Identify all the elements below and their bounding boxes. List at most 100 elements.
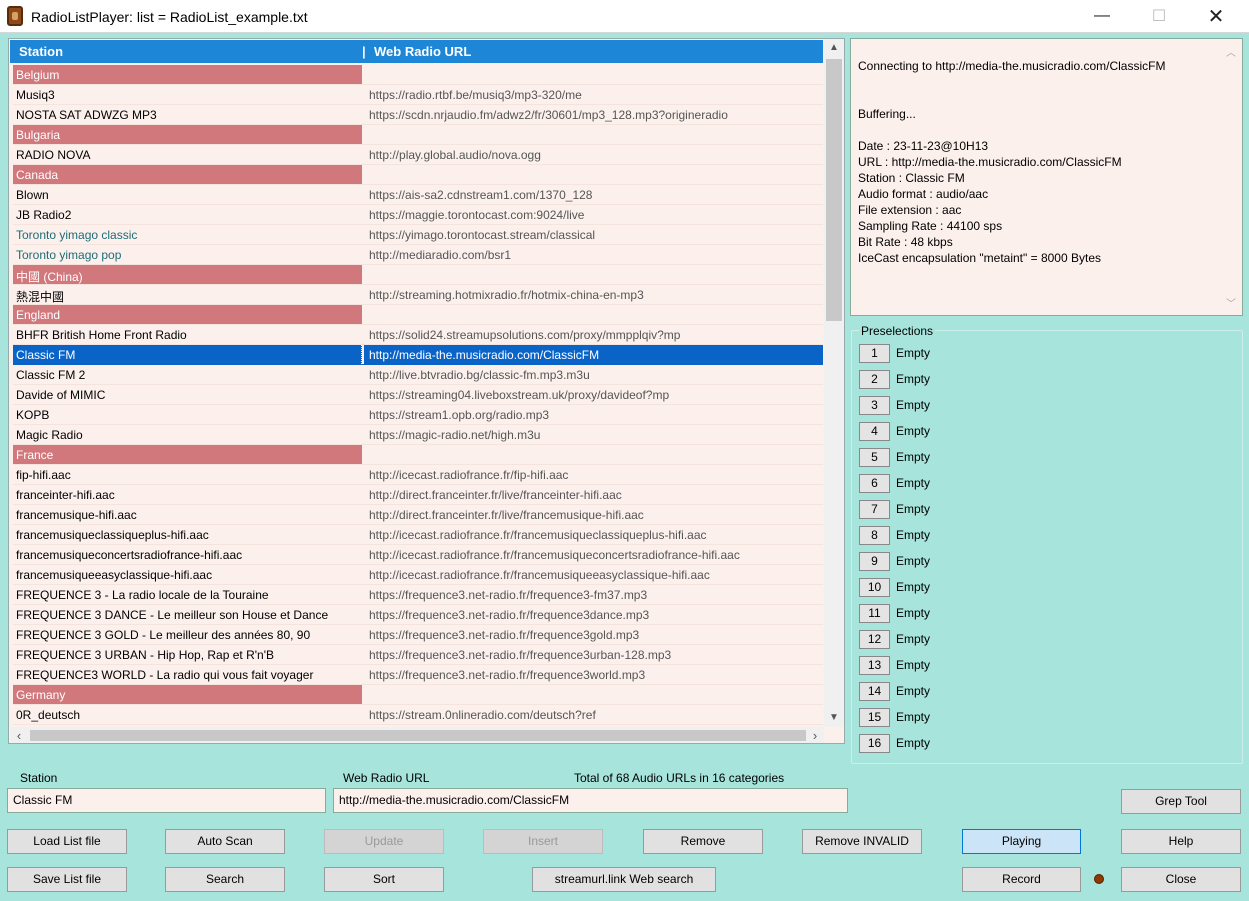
- station-row[interactable]: RADIO NOVA http://play.global.audio/nova.…: [13, 145, 823, 165]
- category-row[interactable]: Bulgaria: [13, 125, 823, 145]
- preset-label: Empty: [896, 346, 931, 360]
- preset-button[interactable]: 2: [859, 370, 890, 389]
- category-row[interactable]: Canada: [13, 165, 823, 185]
- station-name: Musiq3: [16, 88, 55, 102]
- help-button[interactable]: Help: [1121, 829, 1241, 854]
- category-row[interactable]: France: [13, 445, 823, 465]
- remove-button[interactable]: Remove: [643, 829, 763, 854]
- category-row[interactable]: 中國 (China): [13, 265, 823, 285]
- info-scrollbar[interactable]: ︿ ﹀: [1223, 42, 1240, 312]
- horizontal-scrollbar[interactable]: ‹ ›: [10, 727, 824, 743]
- header-station[interactable]: Station: [19, 44, 63, 59]
- station-url: https://magic-radio.net/high.m3u: [369, 428, 541, 442]
- close-button[interactable]: Close: [1121, 867, 1241, 892]
- sort-button[interactable]: Sort: [324, 867, 444, 892]
- station-row[interactable]: FREQUENCE 3 - La radio locale de la Tour…: [13, 585, 823, 605]
- preset-button[interactable]: 6: [859, 474, 890, 493]
- preset-button[interactable]: 9: [859, 552, 890, 571]
- station-row[interactable]: fip-hifi.aac http://icecast.radiofrance.f…: [13, 465, 823, 485]
- station-row[interactable]: 熱混中國 http://streaming.hotmixradio.fr/hotm…: [13, 285, 823, 305]
- preset-button[interactable]: 10: [859, 578, 890, 597]
- url-field[interactable]: http://media-the.musicradio.com/ClassicF…: [333, 788, 848, 813]
- streamurl-search-button[interactable]: streamurl.link Web search: [532, 867, 716, 892]
- preset-button[interactable]: 1: [859, 344, 890, 363]
- station-list[interactable]: Station | Web Radio URL Belgium Musiq3 htt…: [8, 38, 845, 744]
- preset-button[interactable]: 11: [859, 604, 890, 623]
- station-row[interactable]: francemusiqueclassiqueplus-hifi.aac http:…: [13, 525, 823, 545]
- remove-invalid-button[interactable]: Remove INVALID: [802, 829, 922, 854]
- window-title: RadioListPlayer: list = RadioList_exampl…: [31, 9, 308, 25]
- station-row[interactable]: FREQUENCE3 WORLD - La radio qui vous fai…: [13, 665, 823, 685]
- station-row[interactable]: Davide of MIMIC https://streaming04.liveb…: [13, 385, 823, 405]
- close-window-button[interactable]: ✕: [1193, 0, 1239, 32]
- preset-button[interactable]: 8: [859, 526, 890, 545]
- preset-button[interactable]: 13: [859, 656, 890, 675]
- preset-label: Empty: [896, 476, 931, 490]
- chevron-up-icon[interactable]: ︿: [1226, 44, 1236, 59]
- preset-button[interactable]: 4: [859, 422, 890, 441]
- preset-item: 4 Empty: [859, 422, 1119, 442]
- station-url: https://yimago.torontocast.stream/classi…: [369, 228, 596, 242]
- update-button[interactable]: Update: [324, 829, 444, 854]
- header-url[interactable]: Web Radio URL: [374, 44, 471, 59]
- station-url: https://solid24.streamupsolutions.com/pr…: [369, 328, 681, 342]
- save-list-button[interactable]: Save List file: [7, 867, 127, 892]
- scroll-down-icon[interactable]: ▼: [824, 709, 844, 727]
- category-name: Germany: [13, 685, 362, 704]
- station-row[interactable]: JB Radio2 https://maggie.torontocast.com:…: [13, 205, 823, 225]
- insert-button[interactable]: Insert: [483, 829, 603, 854]
- station-url: http://streaming.hotmixradio.fr/hotmix-c…: [369, 288, 644, 302]
- station-name: NOSTA SAT ADWZG MP3: [16, 108, 157, 122]
- preset-button[interactable]: 15: [859, 708, 890, 727]
- station-row[interactable]: FREQUENCE 3 URBAN - Hip Hop, Rap et R'n'…: [13, 645, 823, 665]
- maximize-button[interactable]: ☐: [1136, 0, 1182, 32]
- scroll-left-icon[interactable]: ‹: [10, 727, 28, 743]
- record-button[interactable]: Record: [962, 867, 1081, 892]
- vertical-scroll-thumb[interactable]: [826, 59, 842, 321]
- station-row[interactable]: francemusique-hifi.aac http://direct.fran…: [13, 505, 823, 525]
- load-list-button[interactable]: Load List file: [7, 829, 127, 854]
- horizontal-scroll-thumb[interactable]: [30, 730, 806, 741]
- station-row[interactable]: Blown https://ais-sa2.cdnstream1.com/1370…: [13, 185, 823, 205]
- preset-button[interactable]: 3: [859, 396, 890, 415]
- station-row[interactable]: FREQUENCE 3 DANCE - Le meilleur son Hous…: [13, 605, 823, 625]
- category-row[interactable]: Germany: [13, 685, 823, 705]
- station-url: [364, 165, 823, 184]
- station-row[interactable]: Magic Radio https://magic-radio.net/high.…: [13, 425, 823, 445]
- search-button[interactable]: Search: [165, 867, 285, 892]
- station-row[interactable]: Classic FM 2 http://live.btvradio.bg/clas…: [13, 365, 823, 385]
- preset-button[interactable]: 14: [859, 682, 890, 701]
- category-row[interactable]: Belgium: [13, 65, 823, 85]
- scroll-right-icon[interactable]: ›: [806, 727, 824, 743]
- station-name: fip-hifi.aac: [16, 468, 71, 482]
- minimize-button[interactable]: —: [1079, 0, 1125, 32]
- station-row[interactable]: NOSTA SAT ADWZG MP3 https://scdn.nrjaudio…: [13, 105, 823, 125]
- station-name: RADIO NOVA: [16, 148, 91, 162]
- auto-scan-button[interactable]: Auto Scan: [165, 829, 285, 854]
- grep-tool-button[interactable]: Grep Tool: [1121, 789, 1241, 814]
- list-rows: Belgium Musiq3 https://radio.rtbf.be/musiq…: [13, 65, 823, 743]
- scroll-up-icon[interactable]: ▲: [824, 39, 844, 57]
- station-row[interactable]: 0R_deutsch https://stream.0nlineradio.com…: [13, 705, 823, 725]
- station-row[interactable]: Classic FM http://media-the.musicradio.co…: [13, 345, 823, 365]
- preset-button[interactable]: 16: [859, 734, 890, 753]
- preset-button[interactable]: 12: [859, 630, 890, 649]
- station-row[interactable]: francemusiqueconcertsradiofrance-hifi.aa…: [13, 545, 823, 565]
- chevron-down-icon[interactable]: ﹀: [1226, 295, 1236, 310]
- station-row[interactable]: francemusiqueeasyclassique-hifi.aac http:…: [13, 565, 823, 585]
- station-row[interactable]: franceinter-hifi.aac http://direct.france…: [13, 485, 823, 505]
- station-row[interactable]: Toronto yimago pop http://mediaradio.com/…: [13, 245, 823, 265]
- station-row[interactable]: Toronto yimago classic https://yimago.tor…: [13, 225, 823, 245]
- category-row[interactable]: England: [13, 305, 823, 325]
- vertical-scrollbar[interactable]: ▲ ▼: [824, 39, 844, 727]
- preset-button[interactable]: 7: [859, 500, 890, 519]
- station-row[interactable]: KOPB https://stream1.opb.org/radio.mp3: [13, 405, 823, 425]
- station-row[interactable]: BHFR British Home Front Radio https://sol…: [13, 325, 823, 345]
- station-row[interactable]: FREQUENCE 3 GOLD - Le meilleur des année…: [13, 625, 823, 645]
- station-row[interactable]: Musiq3 https://radio.rtbf.be/musiq3/mp3-3…: [13, 85, 823, 105]
- playing-button[interactable]: Playing: [962, 829, 1081, 854]
- preset-button[interactable]: 5: [859, 448, 890, 467]
- station-name: FREQUENCE3 WORLD - La radio qui vous fai…: [16, 668, 314, 682]
- station-url: https://radio.rtbf.be/musiq3/mp3-320/me: [369, 88, 582, 102]
- station-field[interactable]: Classic FM: [7, 788, 326, 813]
